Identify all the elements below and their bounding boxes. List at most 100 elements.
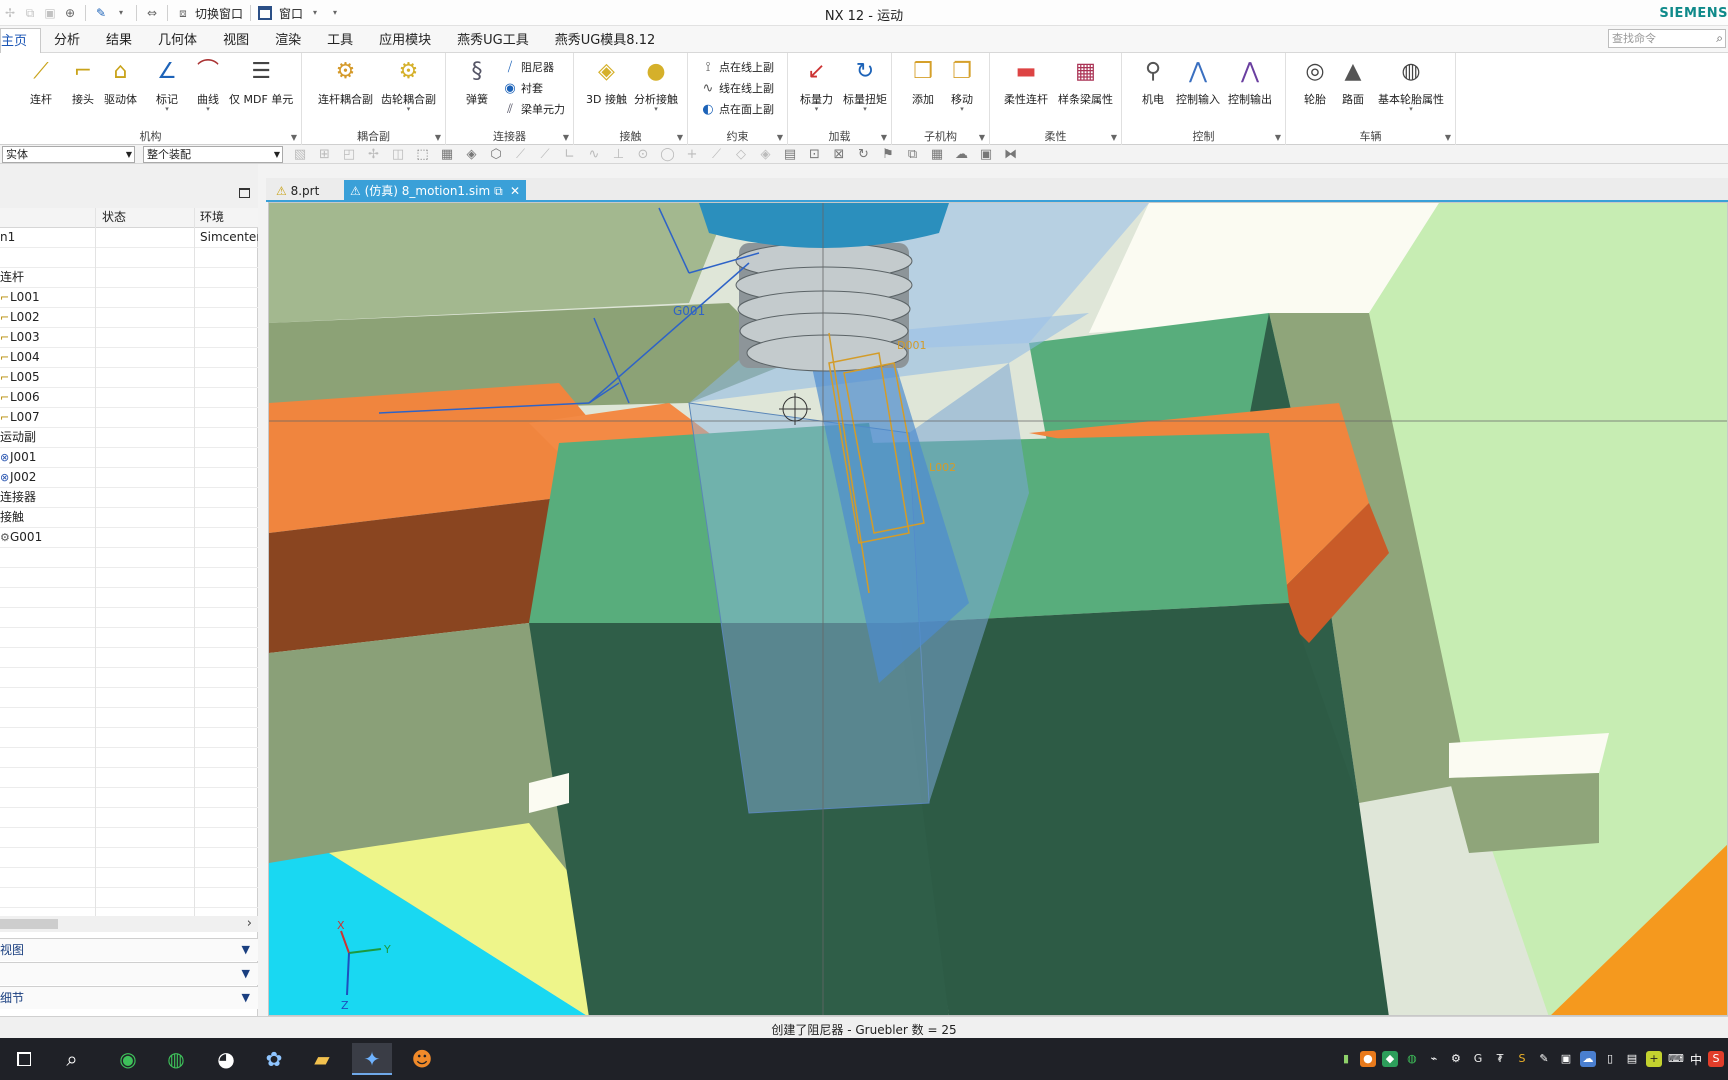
shield-icon[interactable]: ◆ <box>1381 1051 1398 1067</box>
flex-link-button[interactable]: ▬ 柔性连杆 <box>1004 57 1048 107</box>
link-coupler-button[interactable]: ⚙ 连杆耦合副 <box>318 57 373 107</box>
selection-tool-icon[interactable]: ◰ <box>341 146 357 163</box>
task-view-button[interactable]: ⧠ <box>4 1043 44 1075</box>
tab-4[interactable]: 视图 <box>210 28 262 53</box>
gear-coupler-button[interactable]: ⚙ 齿轮耦合副 ▾ <box>381 57 436 113</box>
tab-8[interactable]: 燕秀UG工具 <box>444 28 542 53</box>
cloud-icon[interactable]: ☁ <box>1579 1051 1596 1067</box>
analytic-contact-button[interactable]: ● 分析接触 ▾ <box>634 57 678 113</box>
wechat-tray-icon[interactable]: ◍ <box>1404 1051 1420 1067</box>
beam-force-button[interactable]: ⫽ 梁单元力 <box>502 99 565 119</box>
navigator-row[interactable]: ⌐L007 <box>0 408 258 428</box>
selection-tool-icon[interactable]: ⊙ <box>635 146 651 163</box>
tire-button[interactable]: ◎ 轮胎 <box>1300 57 1330 107</box>
selection-tool-icon[interactable]: ✢ <box>366 146 382 163</box>
group-more-icon[interactable]: ▼ <box>291 133 297 142</box>
column-header[interactable]: 状态 <box>96 208 195 228</box>
selection-tool-icon[interactable]: ◈ <box>464 146 480 163</box>
scroll-right-icon[interactable]: › <box>247 916 252 931</box>
selection-tool-icon[interactable]: ⟋ <box>709 146 725 163</box>
group-more-icon[interactable]: ▼ <box>881 133 887 142</box>
tab-3[interactable]: 几何体 <box>145 28 210 53</box>
add-submechanism-button[interactable]: ❒ 添加 <box>908 57 938 107</box>
group-more-icon[interactable]: ▼ <box>435 133 441 142</box>
sogou-icon[interactable]: S <box>1708 1051 1724 1067</box>
contact-3d-button[interactable]: ◈ 3D 接触 <box>586 57 627 107</box>
spring-button[interactable]: § 弹簧 <box>462 57 492 107</box>
group-more-icon[interactable]: ▼ <box>777 133 783 142</box>
tab-8-prt[interactable]: ⚠ 8.prt <box>270 180 340 202</box>
explorer-button[interactable]: ▰ <box>302 1043 342 1075</box>
navigator-row[interactable]: ⌐L002 <box>0 308 258 328</box>
scalar-torque-button[interactable]: ↻ 标量扭矩 ▾ <box>843 57 887 113</box>
selection-scope-select[interactable]: 整个装配 ▼ <box>143 146 283 163</box>
wechat-button[interactable]: ◍ <box>156 1043 196 1075</box>
selection-tool-icon[interactable]: ▦ <box>439 146 455 163</box>
tab-motion-sim[interactable]: ⚠ (仿真) 8_motion1.sim ⧉ ✕ <box>344 180 526 202</box>
navigator-row[interactable]: 连接器 <box>0 488 258 508</box>
damper-button[interactable]: ⧸ 阻尼器 <box>502 57 554 77</box>
tab-9[interactable]: 燕秀UG模具8.12 <box>542 28 669 53</box>
move-submechanism-button[interactable]: ❐ 移动 ▾ <box>947 57 977 113</box>
group-more-icon[interactable]: ▼ <box>1275 133 1281 142</box>
selection-tool-icon[interactable]: ▧ <box>292 146 308 163</box>
navigator-row[interactable]: ⊗J001 <box>0 448 258 468</box>
group-more-icon[interactable]: ▼ <box>1111 133 1117 142</box>
pdf-icon[interactable]: ₮ <box>1492 1051 1508 1067</box>
column-header[interactable] <box>0 208 96 228</box>
selection-tool-icon[interactable]: ⊠ <box>831 146 847 163</box>
navigator-row[interactable]: ⌐L004 <box>0 348 258 368</box>
tab-1[interactable]: 分析 <box>41 28 93 53</box>
road-button[interactable]: ▲ 路面 <box>1338 57 1368 107</box>
model-scene[interactable]: G001 D001 L002 X Y Z <box>269 203 1728 1016</box>
type-filter-select[interactable]: 实体 ▼ <box>2 146 135 163</box>
selection-tool-icon[interactable]: ⟋ <box>513 146 529 163</box>
pen-icon[interactable]: ✎ <box>1536 1051 1552 1067</box>
selection-tool-icon[interactable]: ↻ <box>856 146 872 163</box>
navigator-row[interactable] <box>0 248 258 268</box>
navigator-row[interactable]: ⚙G001 <box>0 528 258 548</box>
selection-tool-icon[interactable]: ⧓ <box>1003 146 1019 163</box>
selection-tool-icon[interactable]: ⊡ <box>807 146 823 163</box>
selection-tool-icon[interactable]: ∟ <box>562 146 578 163</box>
selection-tool-icon[interactable]: ▤ <box>782 146 798 163</box>
network-icon[interactable]: ⌁ <box>1426 1051 1442 1067</box>
scalar-force-button[interactable]: ↙ 标量力 ▾ <box>800 57 833 113</box>
bushing-button[interactable]: ◉ 衬套 <box>502 78 543 98</box>
link-button[interactable]: ⟋ 连杆 <box>26 57 56 107</box>
tab-0[interactable]: 主页 <box>0 28 42 53</box>
nx-active-button[interactable]: ✦ <box>352 1043 392 1075</box>
navigator-row[interactable]: n1 Simcenter <box>0 228 258 248</box>
column-header[interactable]: 环境 <box>195 208 258 228</box>
curve-on-curve-button[interactable]: ∿ 线在线上副 <box>700 78 774 98</box>
navigator-row[interactable]: ⌐L001 <box>0 288 258 308</box>
joint-button[interactable]: ⌐ 接头 <box>68 57 98 107</box>
selection-tool-icon[interactable]: ⬡ <box>488 146 504 163</box>
navigator-row[interactable]: ⌐L006 <box>0 388 258 408</box>
lock-icon[interactable]: ▤ <box>1624 1051 1640 1067</box>
g-app-icon[interactable]: G <box>1470 1051 1486 1067</box>
tray-app-icon[interactable]: ● <box>1359 1051 1376 1067</box>
add-icon[interactable]: + <box>1645 1051 1662 1067</box>
selection-tool-icon[interactable]: ∿ <box>586 146 602 163</box>
tab-2[interactable]: 结果 <box>93 28 145 53</box>
battery-icon[interactable]: ▮ <box>1338 1051 1354 1067</box>
window-tray-icon[interactable]: ▯ <box>1602 1051 1618 1067</box>
panel-details[interactable]: 细节 ▼ <box>0 986 258 1009</box>
control-output-button[interactable]: ⋀ 控制输出 <box>1228 57 1272 107</box>
spline-beam-button[interactable]: ▦ 样条梁属性 <box>1058 57 1113 107</box>
pin-icon[interactable]: ⧉ <box>494 184 503 198</box>
selection-tool-icon[interactable]: ◯ <box>660 146 676 163</box>
control-input-button[interactable]: ⋀ 控制输入 <box>1176 57 1220 107</box>
panel-view[interactable]: 视图 ▼ <box>0 938 258 961</box>
selection-tool-icon[interactable]: ☁ <box>954 146 970 163</box>
gear-icon[interactable]: ⚙ <box>1448 1051 1464 1067</box>
driver-button[interactable]: ⌂ 驱动体 <box>104 57 137 107</box>
panel-middle[interactable]: ▼ <box>0 962 258 985</box>
selection-tool-icon[interactable]: ⧉ <box>905 146 921 163</box>
selection-tool-icon[interactable]: ◫ <box>390 146 406 163</box>
point-on-surface-button[interactable]: ◐ 点在面上副 <box>700 99 774 119</box>
scroll-thumb[interactable] <box>0 919 58 929</box>
group-more-icon[interactable]: ▼ <box>1445 133 1451 142</box>
navigator-row[interactable]: ⊗J002 <box>0 468 258 488</box>
